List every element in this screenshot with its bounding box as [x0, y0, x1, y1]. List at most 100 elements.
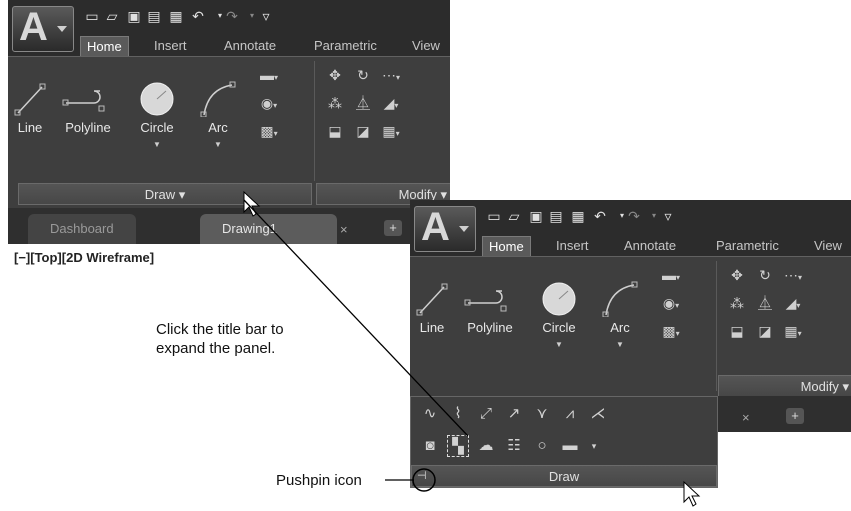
region-icon[interactable]: ◙ [419, 435, 441, 457]
pushpin-icon[interactable]: ⊣ [417, 470, 429, 482]
draw-panel-title-bar[interactable]: Draw [411, 465, 717, 487]
array-icon[interactable]: ▦▾ [380, 121, 402, 141]
arc-tool[interactable]: Arc ▼ [198, 81, 238, 150]
saveas-icon[interactable]: ▤ [146, 8, 162, 24]
scale-icon[interactable]: ◪ [754, 321, 776, 341]
open-icon[interactable]: ▱ [104, 8, 120, 24]
construction-line-icon[interactable]: ⤢ [475, 403, 497, 425]
tab-parametric[interactable]: Parametric [308, 36, 383, 56]
hatch-icon[interactable]: ☷ [503, 435, 525, 457]
tab-home[interactable]: Home [482, 236, 531, 257]
undo-icon[interactable]: ↶ [592, 208, 608, 224]
mirror-icon[interactable]: ⏅ [352, 93, 374, 113]
redo-icon[interactable]: ↷ [224, 8, 240, 24]
print-icon[interactable]: ▦ [570, 208, 586, 224]
tab-annotate[interactable]: Annotate [618, 236, 682, 256]
arc-tool[interactable]: Arc ▼ [600, 281, 640, 350]
scale-icon[interactable]: ◪ [352, 121, 374, 141]
close-tab-icon[interactable]: × [742, 410, 750, 425]
trim-icon[interactable]: ⋯▾ [782, 265, 804, 285]
ray-icon[interactable]: ↗ [503, 403, 525, 425]
undo-icon[interactable]: ↶ [190, 8, 206, 24]
multiple-points-icon[interactable]: ⋎ [531, 403, 553, 425]
divide-icon[interactable]: ⩘ [559, 403, 581, 425]
open-icon[interactable]: ▱ [506, 208, 522, 224]
tab-view[interactable]: View [406, 36, 446, 56]
ribbon-home: Line Polyline Circle ▼ Arc ▼ ▬▾ ◉▾ ▩▾ ✥ … [8, 56, 450, 209]
circle-icon [140, 82, 174, 116]
close-tab-icon[interactable]: × [340, 222, 348, 237]
line-tool[interactable]: Line [414, 281, 450, 335]
chevron-down-icon[interactable]: ▼ [214, 140, 222, 149]
revision-cloud-icon[interactable]: ☁ [475, 435, 497, 457]
copy-icon[interactable]: ⁂ [324, 93, 346, 113]
array-icon[interactable]: ▦▾ [782, 321, 804, 341]
save-icon[interactable]: ▣ [126, 8, 142, 24]
redo-icon[interactable]: ↷ [626, 208, 642, 224]
drawing-viewport[interactable]: [−][Top][2D Wireframe] [8, 244, 450, 290]
tab-insert[interactable]: Insert [550, 236, 595, 256]
save-icon[interactable]: ▣ [528, 208, 544, 224]
stretch-icon[interactable]: ⬓ [726, 321, 748, 341]
draw-panel-expanded: ∿ ⌇ ⤢ ↗ ⋎ ⩘ ⋌ ◙ ▚ ☁ ☷ ○ ▬ ▾ Draw ⊣ [410, 396, 718, 488]
chevron-down-icon[interactable]: ▼ [616, 340, 624, 349]
wipeout-icon[interactable]: ▚ [447, 435, 469, 457]
tab-drawing1[interactable]: Drawing1 [200, 214, 337, 244]
boundary-icon[interactable]: ▬ [559, 435, 581, 457]
line-label: Line [17, 120, 43, 135]
ellipse-icon[interactable]: ◉▾ [660, 293, 682, 313]
trim-icon[interactable]: ⋯▾ [380, 65, 402, 85]
polyline-tool[interactable]: Polyline [458, 281, 522, 335]
application-menu-button[interactable]: A [12, 5, 74, 52]
mouse-cursor-icon [243, 190, 261, 217]
tab-annotate[interactable]: Annotate [218, 36, 282, 56]
circle-label: Circle [542, 320, 576, 335]
line-tool[interactable]: Line [12, 81, 48, 135]
fillet-icon[interactable]: ◢▾ [782, 293, 804, 313]
ellipse-icon[interactable]: ◉▾ [258, 93, 280, 113]
fillet-icon[interactable]: ◢▾ [380, 93, 402, 113]
arc-label: Arc [610, 320, 630, 335]
modify-panel-title-bar[interactable]: Modify ▾ [718, 375, 851, 397]
mirror-icon[interactable]: ⏅ [754, 293, 776, 313]
tab-view[interactable]: View [808, 236, 848, 256]
rectangle-icon[interactable]: ▬▾ [660, 265, 682, 285]
new-tab-icon[interactable]: + [786, 408, 804, 424]
move-icon[interactable]: ✥ [324, 65, 346, 85]
chevron-down-icon[interactable]: ▼ [153, 140, 161, 149]
hatch-icon[interactable]: ▩▾ [258, 121, 280, 141]
tab-home[interactable]: Home [80, 36, 129, 57]
spline-fit-icon[interactable]: ∿ [419, 403, 441, 425]
rotate-icon[interactable]: ↻ [754, 265, 776, 285]
customize-icon[interactable]: ▿ [660, 208, 676, 224]
line-icon [416, 283, 448, 316]
tab-dashboard[interactable]: Dashboard [28, 214, 136, 244]
chevron-down-icon[interactable]: ▾ [583, 435, 605, 457]
rotate-icon[interactable]: ↻ [352, 65, 374, 85]
new-icon[interactable]: ▭ [486, 208, 502, 224]
tab-parametric[interactable]: Parametric [710, 236, 785, 256]
application-menu-button[interactable]: A [414, 205, 476, 252]
spline-cv-icon[interactable]: ⌇ [447, 403, 469, 425]
viewport-label[interactable]: [−][Top][2D Wireframe] [14, 250, 154, 265]
stretch-icon[interactable]: ⬓ [324, 121, 346, 141]
new-tab-icon[interactable]: + [384, 220, 402, 236]
circle-tool[interactable]: Circle ▼ [130, 81, 184, 150]
rectangle-icon[interactable]: ▬▾ [258, 65, 280, 85]
move-icon[interactable]: ✥ [726, 265, 748, 285]
circle-tool[interactable]: Circle ▼ [532, 281, 586, 350]
copy-icon[interactable]: ⁂ [726, 293, 748, 313]
hatch-icon[interactable]: ▩▾ [660, 321, 682, 341]
customize-icon[interactable]: ▿ [258, 8, 274, 24]
tab-insert[interactable]: Insert [148, 36, 193, 56]
saveas-icon[interactable]: ▤ [548, 208, 564, 224]
measure-icon[interactable]: ⋌ [587, 403, 609, 425]
donut-icon[interactable]: ○ [531, 435, 553, 457]
new-icon[interactable]: ▭ [84, 8, 100, 24]
chevron-down-icon[interactable]: ▼ [555, 340, 563, 349]
autocad-screenshot-collapsed: ▭ ▱ ▣ ▤ ▦ ↶ ▾ ↷ ▾ ▿ Home Insert Annotate… [8, 0, 450, 290]
document-tabs: Dashboard Drawing1 × + [8, 208, 450, 244]
print-icon[interactable]: ▦ [168, 8, 184, 24]
polyline-tool[interactable]: Polyline [56, 81, 120, 135]
draw-panel-title-bar[interactable]: Draw ▾ [18, 183, 312, 205]
